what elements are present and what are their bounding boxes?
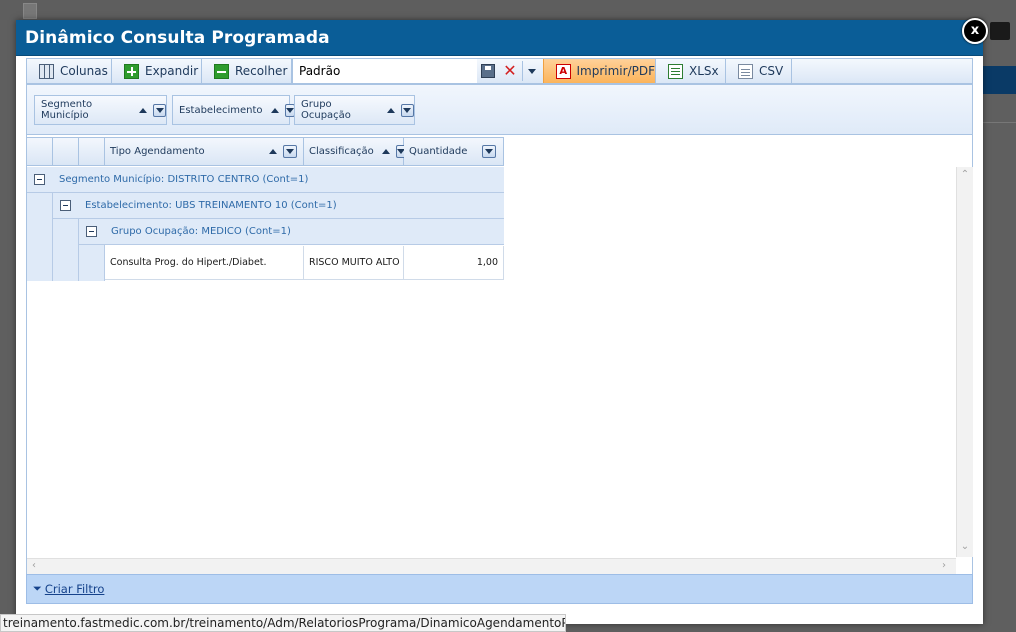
chevron-down-icon: [527, 68, 536, 74]
csv-icon: [738, 63, 753, 79]
create-filter-link[interactable]: Criar Filtro: [45, 582, 105, 596]
expand-button[interactable]: Expandir: [112, 59, 202, 83]
group-chip-segmento[interactable]: Segmento Município: [34, 95, 167, 125]
filter-dropdown-button[interactable]: [283, 145, 297, 158]
group-chip-estabelecimento[interactable]: Estabelecimento: [172, 95, 295, 125]
xlsx-label: XLSx: [689, 64, 719, 78]
column-header-label: Quantidade: [409, 146, 468, 157]
column-header-label: Classificação: [309, 146, 374, 157]
collapse-button[interactable]: Recolher: [202, 59, 292, 83]
group-row-label: Segmento Município: DISTRITO CENTRO (Con…: [59, 174, 309, 185]
filter-dropdown-button[interactable]: [482, 145, 496, 158]
dialog-title: Dinâmico Consulta Programada: [25, 28, 330, 48]
background-app-icon: [23, 3, 37, 19]
plus-icon: [124, 63, 139, 79]
sort-ascending-icon[interactable]: [269, 149, 277, 154]
minus-icon: [214, 63, 229, 79]
cell-classificacao: RISCO MUITO ALTO: [304, 246, 404, 280]
chevron-down-icon: [286, 149, 294, 154]
dialog-header: Dinâmico Consulta Programada: [16, 20, 983, 56]
group-indent: [53, 219, 79, 281]
sort-ascending-icon[interactable]: [381, 149, 390, 154]
group-row-segmento: Segmento Município: DISTRITO CENTRO (Con…: [27, 167, 504, 193]
grouping-panel: Segmento Município Estabelecimento Grupo…: [26, 84, 973, 135]
sort-ascending-icon[interactable]: [386, 107, 395, 113]
column-header-label: Tipo Agendamento: [110, 146, 205, 157]
collapse-toggle-icon[interactable]: [34, 174, 45, 185]
group-row-label: Estabelecimento: UBS TREINAMENTO 10 (Con…: [85, 200, 337, 211]
background-bar: [983, 66, 1016, 94]
background-header: [0, 0, 1016, 20]
column-header-tipo-agendamento[interactable]: Tipo Agendamento: [105, 137, 304, 166]
group-row-estabelecimento: Estabelecimento: UBS TREINAMENTO 10 (Con…: [53, 193, 504, 219]
scroll-left-icon[interactable]: ‹: [32, 560, 36, 571]
group-chip-label: Segmento Município: [41, 99, 93, 121]
xlsx-export-button[interactable]: XLSx: [656, 59, 726, 83]
scroll-right-icon[interactable]: ›: [942, 560, 946, 571]
group-row-grupo-ocupacao: Grupo Ocupação: MEDICO (Cont=1): [79, 219, 504, 245]
pivot-grid: Tipo Agendamento Classificação Quantidad…: [26, 135, 973, 575]
group-chip-label: Grupo Ocupação: [301, 99, 351, 121]
collapse-toggle-icon[interactable]: [60, 200, 71, 211]
close-button[interactable]: x: [962, 18, 988, 44]
group-indent-header: [27, 137, 53, 166]
group-chip-label: Estabelecimento: [179, 104, 263, 116]
save-layout-button[interactable]: [478, 61, 498, 81]
csv-label: CSV: [759, 64, 784, 78]
layout-dropdown-button[interactable]: [522, 61, 540, 81]
funnel-icon: ⏷: [33, 582, 42, 595]
filter-dropdown-button[interactable]: [153, 103, 166, 117]
cell-tipo-agendamento: Consulta Prog. do Hipert./Diabet.: [105, 246, 304, 280]
group-indent: [27, 193, 53, 281]
horizontal-scrollbar[interactable]: ‹ ›: [27, 558, 956, 575]
vertical-scrollbar[interactable]: ⌃ ⌄: [956, 167, 973, 557]
chevron-down-icon: [155, 107, 164, 113]
browser-status-url: treinamento.fastmedic.com.br/treinamento…: [0, 614, 566, 632]
sort-ascending-icon[interactable]: [270, 107, 279, 113]
chevron-down-icon: [485, 149, 493, 154]
group-row-label: Grupo Ocupação: MEDICO (Cont=1): [111, 226, 291, 237]
column-header-quantidade[interactable]: Quantidade: [404, 137, 504, 166]
sort-ascending-icon[interactable]: [139, 107, 148, 113]
excel-icon: [668, 63, 683, 79]
print-pdf-label: Imprimir/PDF: [576, 64, 656, 78]
background-divider: [983, 122, 1016, 123]
print-pdf-button[interactable]: A Imprimir/PDF: [543, 59, 656, 83]
collapse-toggle-icon[interactable]: [86, 226, 97, 237]
scroll-down-icon[interactable]: ⌄: [957, 541, 973, 555]
filter-dropdown-button[interactable]: [400, 103, 414, 117]
csv-export-button[interactable]: CSV: [726, 59, 792, 83]
pivot-toolbar: Colunas Expandir Recolher ✕ A Imprimir/P…: [26, 58, 973, 84]
filter-bar: ⏷ Criar Filtro: [26, 574, 973, 604]
group-indent: [79, 245, 105, 281]
chevron-down-icon: [285, 107, 294, 113]
delete-layout-button[interactable]: ✕: [500, 61, 520, 81]
expand-label: Expandir: [145, 64, 199, 78]
cell-quantidade: 1,00: [404, 246, 504, 280]
collapse-label: Recolher: [235, 64, 288, 78]
save-icon: [481, 64, 495, 78]
background-button: [990, 22, 1010, 40]
layout-name-input[interactable]: [292, 59, 477, 83]
columns-label: Colunas: [60, 64, 108, 78]
group-indent-header: [53, 137, 79, 166]
columns-icon: [39, 63, 54, 79]
report-dialog: Dinâmico Consulta Programada x Colunas E…: [16, 18, 988, 624]
group-indent-header: [79, 137, 105, 166]
columns-button[interactable]: Colunas: [27, 59, 112, 83]
scroll-up-icon[interactable]: ⌃: [957, 169, 973, 183]
column-header-classificacao[interactable]: Classificação: [304, 137, 406, 166]
group-chip-grupo-ocupacao[interactable]: Grupo Ocupação: [294, 95, 415, 125]
pdf-icon: A: [556, 63, 571, 79]
chevron-down-icon: [403, 107, 412, 113]
delete-icon: ✕: [503, 61, 517, 80]
